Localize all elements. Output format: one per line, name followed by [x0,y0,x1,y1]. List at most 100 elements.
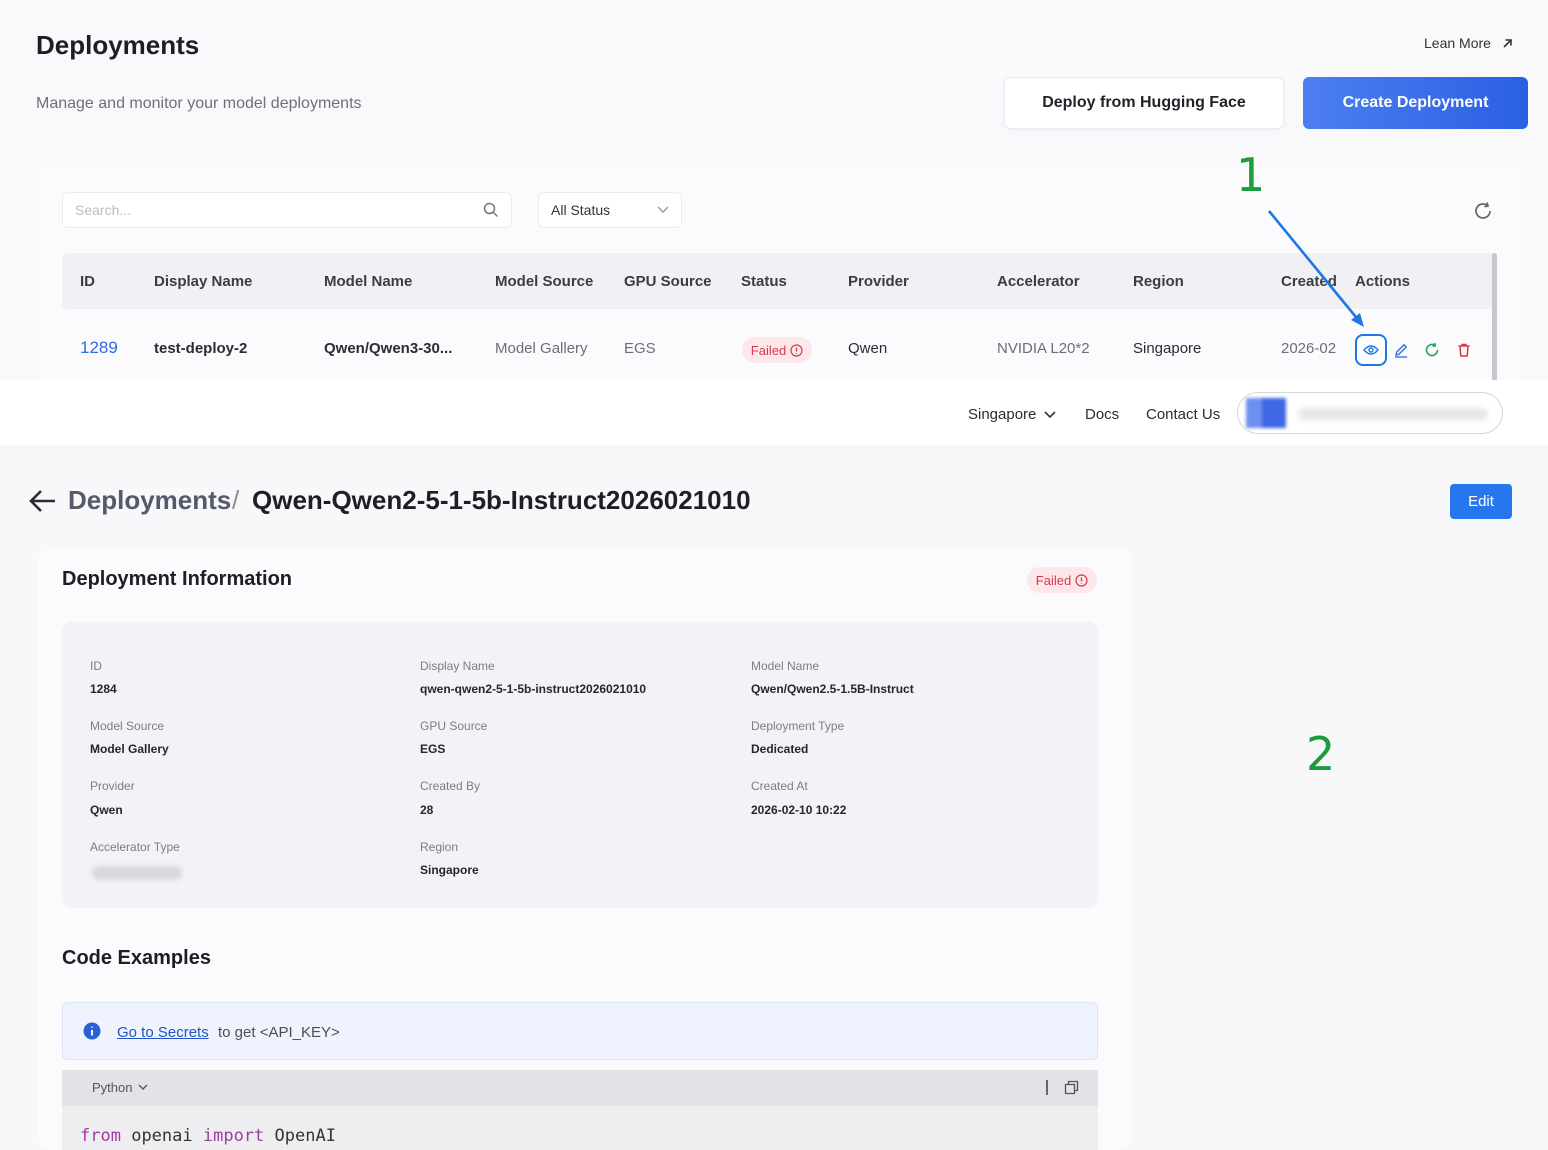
field-value-model-source: Model Gallery [90,742,169,756]
learn-more-label: Lean More [1424,35,1491,51]
search-input[interactable]: Search... [62,192,512,228]
field-label-created-at: Created At [751,779,808,793]
info-circle-icon[interactable] [1075,573,1088,587]
breadcrumb-parent-link[interactable]: Deployments [68,485,231,516]
field-value-deployment-type: Dedicated [751,742,809,756]
annotation-number-2: 2 [1306,727,1336,781]
field-value-accelerator-type-redacted [92,866,182,880]
row-model-name: Qwen/Qwen3-30... [324,340,453,357]
deployments-list-panel: Deployments Manage and monitor your mode… [0,0,1548,445]
code-module: openai [131,1126,193,1146]
redacted-account-name [1298,408,1488,420]
code-name: OpenAI [274,1126,336,1146]
annotation-number-1: 1 [1236,148,1266,202]
language-select-value: Python [92,1080,133,1095]
deployment-info-grid [62,622,1098,908]
field-value-display-name: qwen-qwen2-5-1-5b-instruct2026021010 [420,682,647,696]
row-gpu-source: EGS [624,340,656,357]
column-header-provider: Provider [848,273,909,290]
detail-status-label: Failed [1035,572,1072,588]
column-header-model-source: Model Source [495,273,594,290]
row-display-name: test-deploy-2 [154,340,248,357]
code-keyword-import: import [202,1126,265,1146]
status-filter-value: All Status [551,202,611,218]
user-account-menu[interactable] [1237,392,1503,434]
field-label-model-name: Model Name [751,659,820,673]
code-keyword-from: from [80,1126,121,1146]
delete-action-button[interactable] [1450,336,1478,364]
chevron-down-icon [1044,410,1056,418]
deploy-from-hugging-face-button[interactable]: Deploy from Hugging Face [1004,77,1284,129]
field-label-deployment-type: Deployment Type [751,719,845,733]
restart-action-button[interactable] [1418,336,1446,364]
secrets-notice: Go to Secrets to get <API_KEY> [62,1002,1098,1060]
info-circle-icon[interactable] [790,343,803,357]
contact-us-link[interactable]: Contact Us [1146,406,1220,423]
field-label-gpu-source: GPU Source [420,719,488,733]
create-deployment-button[interactable]: Create Deployment [1303,77,1528,129]
search-placeholder: Search... [75,202,132,218]
detail-status-badge: Failed [1027,567,1097,593]
region-select-value: Singapore [968,406,1037,423]
field-value-provider: Qwen [90,803,123,817]
docs-link[interactable]: Docs [1085,406,1119,423]
status-badge: Failed [742,337,812,363]
language-select[interactable]: Python [92,1080,148,1095]
row-created: 2026-02 [1281,340,1337,357]
avatar [1246,398,1286,428]
field-label-region: Region [420,840,459,854]
row-id-link[interactable]: 1289 [80,338,118,358]
deployment-information-title: Deployment Information [62,568,293,590]
field-value-model-name: Qwen/Qwen2.5-1.5B-Instruct [751,682,914,696]
page-subtitle: Manage and monitor your model deployment… [36,95,362,112]
column-header-region: Region [1133,273,1184,290]
learn-more-link[interactable]: Lean More [1424,35,1514,51]
chevron-down-icon [657,206,669,213]
column-header-model-name: Model Name [324,273,413,290]
edit-action-button[interactable] [1387,336,1415,364]
row-provider: Qwen [848,340,888,357]
field-value-id: 1284 [90,682,117,696]
eye-icon [1363,345,1379,355]
field-label-accelerator-type: Accelerator Type [90,840,180,854]
breadcrumb-current: Qwen-Qwen2-5-1-5b-Instruct2026021010 [252,485,751,515]
column-header-gpu-source: GPU Source [624,273,712,290]
code-examples-title: Code Examples [62,947,211,969]
restart-icon [1425,342,1439,357]
back-arrow-icon[interactable] [28,487,58,515]
column-header-display-name: Display Name [154,273,253,290]
copy-icon[interactable] [1064,1080,1079,1095]
pencil-icon [1395,343,1408,358]
go-to-secrets-link[interactable]: Go to Secrets [117,1024,209,1041]
page-title: Deployments [36,30,200,60]
edit-button[interactable]: Edit [1450,484,1512,519]
annotation-arrow-icon [1267,210,1364,327]
field-value-created-at: 2026-02-10 10:22 [751,803,847,817]
breadcrumb-separator: / [232,485,240,515]
field-label-created-by: Created By [420,779,481,793]
status-filter-select[interactable]: All Status [538,192,682,228]
table-scrollbar[interactable] [1492,253,1497,381]
status-badge-label: Failed [750,342,787,358]
info-icon [83,1022,101,1040]
field-value-created-by: 28 [420,803,434,817]
code-toolbar [62,1070,1098,1106]
code-line: from openai import OpenAI [80,1126,336,1146]
row-model-source: Model Gallery [495,340,588,357]
column-header-accelerator: Accelerator [997,273,1080,290]
field-label-display-name: Display Name [420,659,495,673]
field-value-gpu-source: EGS [420,742,446,756]
secrets-notice-text: to get <API_KEY> [218,1024,340,1041]
column-header-id: ID [80,273,95,290]
row-region: Singapore [1133,340,1202,357]
refresh-icon[interactable] [1472,200,1494,222]
field-label-model-source: Model Source [90,719,165,733]
field-label-id: ID [90,659,102,673]
search-icon [483,202,499,218]
field-label-provider: Provider [90,779,135,793]
column-header-status: Status [741,273,787,290]
external-link-icon [1503,38,1512,48]
row-accelerator: NVIDIA L20*2 [997,340,1090,357]
field-value-region: Singapore [420,863,479,877]
region-select[interactable]: Singapore [968,406,1056,423]
